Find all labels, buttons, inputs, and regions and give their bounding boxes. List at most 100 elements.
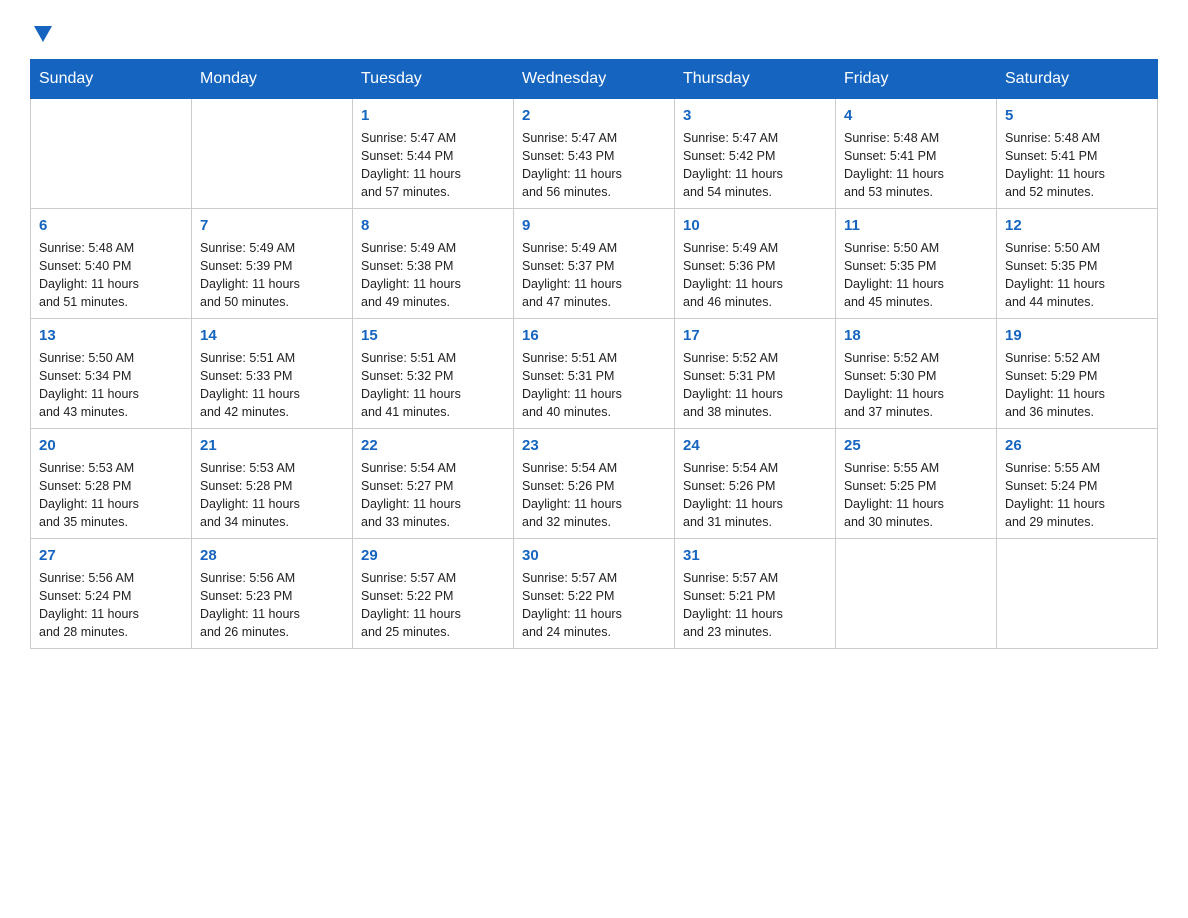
day-number: 31 xyxy=(683,545,827,566)
calendar-cell: 13 Sunrise: 5:50 AM Sunset: 5:34 PM Dayli… xyxy=(31,319,192,429)
calendar-cell: 30 Sunrise: 5:57 AM Sunset: 5:22 PM Dayli… xyxy=(514,539,675,649)
day-info: Sunrise: 5:49 AM Sunset: 5:38 PM Dayligh… xyxy=(361,239,505,312)
day-info: Sunrise: 5:52 AM Sunset: 5:30 PM Dayligh… xyxy=(844,349,988,422)
calendar-cell: 4 Sunrise: 5:48 AM Sunset: 5:41 PM Daylig… xyxy=(836,99,997,209)
day-number: 17 xyxy=(683,325,827,346)
day-info: Sunrise: 5:52 AM Sunset: 5:29 PM Dayligh… xyxy=(1005,349,1149,422)
calendar-week-row: 13 Sunrise: 5:50 AM Sunset: 5:34 PM Dayli… xyxy=(31,319,1158,429)
calendar-cell: 10 Sunrise: 5:49 AM Sunset: 5:36 PM Dayli… xyxy=(675,209,836,319)
calendar-cell: 14 Sunrise: 5:51 AM Sunset: 5:33 PM Dayli… xyxy=(192,319,353,429)
calendar-week-row: 20 Sunrise: 5:53 AM Sunset: 5:28 PM Dayli… xyxy=(31,429,1158,539)
calendar-week-row: 1 Sunrise: 5:47 AM Sunset: 5:44 PM Daylig… xyxy=(31,99,1158,209)
calendar-cell: 24Sunrise: 5:54 AM Sunset: 5:26 PM Dayli… xyxy=(675,429,836,539)
calendar-header-saturday: Saturday xyxy=(997,60,1158,99)
calendar-table: SundayMondayTuesdayWednesdayThursdayFrid… xyxy=(30,59,1158,649)
calendar-cell: 5 Sunrise: 5:48 AM Sunset: 5:41 PM Daylig… xyxy=(997,99,1158,209)
calendar-cell: 8Sunrise: 5:49 AM Sunset: 5:38 PM Daylig… xyxy=(353,209,514,319)
day-info: Sunrise: 5:47 AM Sunset: 5:43 PM Dayligh… xyxy=(522,129,666,202)
day-info: Sunrise: 5:49 AM Sunset: 5:39 PM Dayligh… xyxy=(200,239,344,312)
day-number: 5 xyxy=(1005,105,1149,126)
calendar-cell xyxy=(997,539,1158,649)
day-info: Sunrise: 5:57 AM Sunset: 5:22 PM Dayligh… xyxy=(361,569,505,642)
calendar-cell: 26Sunrise: 5:55 AM Sunset: 5:24 PM Dayli… xyxy=(997,429,1158,539)
day-number: 21 xyxy=(200,435,344,456)
day-number: 12 xyxy=(1005,215,1149,236)
calendar-cell: 3 Sunrise: 5:47 AM Sunset: 5:42 PM Daylig… xyxy=(675,99,836,209)
calendar-cell: 17Sunrise: 5:52 AM Sunset: 5:31 PM Dayli… xyxy=(675,319,836,429)
calendar-cell: 31 Sunrise: 5:57 AM Sunset: 5:21 PM Dayli… xyxy=(675,539,836,649)
calendar-cell: 12 Sunrise: 5:50 AM Sunset: 5:35 PM Dayli… xyxy=(997,209,1158,319)
calendar-cell: 16 Sunrise: 5:51 AM Sunset: 5:31 PM Dayli… xyxy=(514,319,675,429)
page-header xyxy=(30,20,1158,49)
day-info: Sunrise: 5:51 AM Sunset: 5:31 PM Dayligh… xyxy=(522,349,666,422)
calendar-header-monday: Monday xyxy=(192,60,353,99)
calendar-cell: 25 Sunrise: 5:55 AM Sunset: 5:25 PM Dayli… xyxy=(836,429,997,539)
day-number: 25 xyxy=(844,435,988,456)
calendar-cell: 29 Sunrise: 5:57 AM Sunset: 5:22 PM Dayli… xyxy=(353,539,514,649)
day-number: 2 xyxy=(522,105,666,126)
day-number: 1 xyxy=(361,105,505,126)
day-info: Sunrise: 5:48 AM Sunset: 5:40 PM Dayligh… xyxy=(39,239,183,312)
day-number: 22 xyxy=(361,435,505,456)
day-number: 20 xyxy=(39,435,183,456)
day-info: Sunrise: 5:55 AM Sunset: 5:25 PM Dayligh… xyxy=(844,459,988,532)
calendar-week-row: 6 Sunrise: 5:48 AM Sunset: 5:40 PM Daylig… xyxy=(31,209,1158,319)
day-number: 16 xyxy=(522,325,666,346)
calendar-cell: 6 Sunrise: 5:48 AM Sunset: 5:40 PM Daylig… xyxy=(31,209,192,319)
day-number: 19 xyxy=(1005,325,1149,346)
calendar-cell: 9 Sunrise: 5:49 AM Sunset: 5:37 PM Daylig… xyxy=(514,209,675,319)
calendar-cell: 23Sunrise: 5:54 AM Sunset: 5:26 PM Dayli… xyxy=(514,429,675,539)
calendar-cell: 28Sunrise: 5:56 AM Sunset: 5:23 PM Dayli… xyxy=(192,539,353,649)
day-info: Sunrise: 5:51 AM Sunset: 5:33 PM Dayligh… xyxy=(200,349,344,422)
day-number: 13 xyxy=(39,325,183,346)
day-number: 9 xyxy=(522,215,666,236)
calendar-header-friday: Friday xyxy=(836,60,997,99)
day-info: Sunrise: 5:50 AM Sunset: 5:34 PM Dayligh… xyxy=(39,349,183,422)
day-number: 7 xyxy=(200,215,344,236)
day-info: Sunrise: 5:56 AM Sunset: 5:23 PM Dayligh… xyxy=(200,569,344,642)
day-number: 14 xyxy=(200,325,344,346)
day-info: Sunrise: 5:49 AM Sunset: 5:36 PM Dayligh… xyxy=(683,239,827,312)
logo-triangle-icon xyxy=(34,26,52,49)
calendar-header-wednesday: Wednesday xyxy=(514,60,675,99)
day-info: Sunrise: 5:50 AM Sunset: 5:35 PM Dayligh… xyxy=(1005,239,1149,312)
calendar-cell: 19 Sunrise: 5:52 AM Sunset: 5:29 PM Dayli… xyxy=(997,319,1158,429)
day-number: 10 xyxy=(683,215,827,236)
day-number: 6 xyxy=(39,215,183,236)
calendar-cell: 15Sunrise: 5:51 AM Sunset: 5:32 PM Dayli… xyxy=(353,319,514,429)
day-info: Sunrise: 5:57 AM Sunset: 5:22 PM Dayligh… xyxy=(522,569,666,642)
day-number: 4 xyxy=(844,105,988,126)
logo xyxy=(30,20,52,49)
calendar-cell: 18 Sunrise: 5:52 AM Sunset: 5:30 PM Dayli… xyxy=(836,319,997,429)
day-number: 3 xyxy=(683,105,827,126)
day-number: 11 xyxy=(844,215,988,236)
calendar-cell xyxy=(836,539,997,649)
calendar-cell: 20 Sunrise: 5:53 AM Sunset: 5:28 PM Dayli… xyxy=(31,429,192,539)
day-info: Sunrise: 5:48 AM Sunset: 5:41 PM Dayligh… xyxy=(844,129,988,202)
day-info: Sunrise: 5:47 AM Sunset: 5:42 PM Dayligh… xyxy=(683,129,827,202)
calendar-header-tuesday: Tuesday xyxy=(353,60,514,99)
day-info: Sunrise: 5:47 AM Sunset: 5:44 PM Dayligh… xyxy=(361,129,505,202)
day-info: Sunrise: 5:51 AM Sunset: 5:32 PM Dayligh… xyxy=(361,349,505,422)
day-number: 30 xyxy=(522,545,666,566)
calendar-cell: 7 Sunrise: 5:49 AM Sunset: 5:39 PM Daylig… xyxy=(192,209,353,319)
day-info: Sunrise: 5:53 AM Sunset: 5:28 PM Dayligh… xyxy=(39,459,183,532)
day-info: Sunrise: 5:49 AM Sunset: 5:37 PM Dayligh… xyxy=(522,239,666,312)
calendar-cell: 22 Sunrise: 5:54 AM Sunset: 5:27 PM Dayli… xyxy=(353,429,514,539)
calendar-cell: 2 Sunrise: 5:47 AM Sunset: 5:43 PM Daylig… xyxy=(514,99,675,209)
day-info: Sunrise: 5:55 AM Sunset: 5:24 PM Dayligh… xyxy=(1005,459,1149,532)
day-number: 27 xyxy=(39,545,183,566)
day-info: Sunrise: 5:54 AM Sunset: 5:26 PM Dayligh… xyxy=(683,459,827,532)
day-info: Sunrise: 5:53 AM Sunset: 5:28 PM Dayligh… xyxy=(200,459,344,532)
day-number: 18 xyxy=(844,325,988,346)
calendar-header-row: SundayMondayTuesdayWednesdayThursdayFrid… xyxy=(31,60,1158,99)
day-info: Sunrise: 5:56 AM Sunset: 5:24 PM Dayligh… xyxy=(39,569,183,642)
calendar-header-sunday: Sunday xyxy=(31,60,192,99)
day-info: Sunrise: 5:48 AM Sunset: 5:41 PM Dayligh… xyxy=(1005,129,1149,202)
day-info: Sunrise: 5:57 AM Sunset: 5:21 PM Dayligh… xyxy=(683,569,827,642)
day-info: Sunrise: 5:54 AM Sunset: 5:26 PM Dayligh… xyxy=(522,459,666,532)
calendar-cell: 11Sunrise: 5:50 AM Sunset: 5:35 PM Dayli… xyxy=(836,209,997,319)
day-number: 29 xyxy=(361,545,505,566)
calendar-cell: 21 Sunrise: 5:53 AM Sunset: 5:28 PM Dayli… xyxy=(192,429,353,539)
day-info: Sunrise: 5:54 AM Sunset: 5:27 PM Dayligh… xyxy=(361,459,505,532)
